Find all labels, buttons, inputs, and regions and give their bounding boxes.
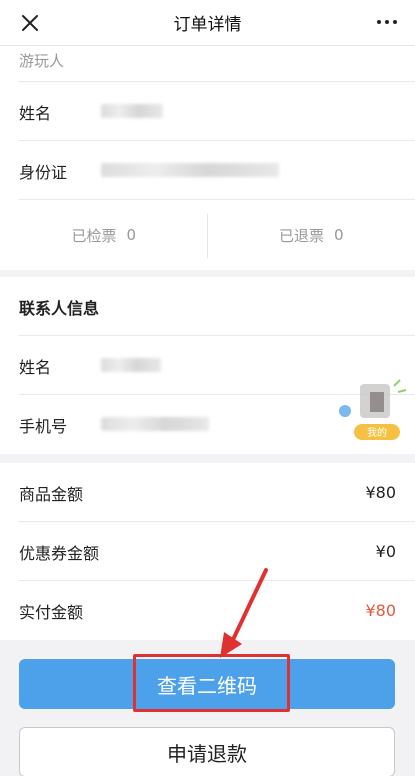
- close-icon[interactable]: [18, 11, 42, 35]
- visitor-name-row: 姓名: [0, 82, 415, 141]
- visitor-card: 游玩人 姓名 身份证 已检票 0 已退票 0: [0, 46, 415, 270]
- amount-row: 商品金额 ¥80: [0, 463, 415, 522]
- checked-stat: 已检票 0: [0, 200, 208, 270]
- more-icon[interactable]: [377, 20, 397, 24]
- widget-label: 我的: [367, 426, 387, 439]
- apply-refund-button[interactable]: 申请退款: [19, 727, 395, 776]
- contact-phone-value-redacted: [101, 417, 209, 431]
- amount-row: 优惠券金额 ¥0: [0, 522, 415, 581]
- contact-heading-row: 联系人信息: [0, 277, 415, 336]
- visitor-id-label: 身份证: [19, 162, 68, 182]
- visitor-id-value-redacted: [101, 163, 279, 177]
- refunded-count: 0: [333, 226, 344, 244]
- floating-mine-widget[interactable]: 我的: [336, 374, 410, 446]
- visitor-id-row: 身份证: [0, 141, 415, 200]
- checked-label: 已检票: [71, 226, 117, 245]
- amount-label: 商品金额: [19, 484, 84, 504]
- amounts-card: 商品金额 ¥80 优惠券金额 ¥0 实付金额 ¥80: [0, 463, 415, 640]
- annotation-arrow-icon: [220, 568, 268, 658]
- amount-value: ¥0: [375, 542, 396, 561]
- visitor-section: 游玩人: [0, 46, 415, 82]
- view-qrcode-button[interactable]: 查看二维码: [19, 659, 395, 709]
- stat-divider: [207, 214, 208, 258]
- amount-row: 实付金额 ¥80: [0, 581, 415, 640]
- ticket-stats: 已检票 0 已退票 0: [0, 200, 415, 270]
- amount-value: ¥80: [365, 483, 396, 502]
- refunded-stat: 已退票 0: [208, 200, 415, 270]
- amount-label: 实付金额: [19, 602, 84, 622]
- page-title: 订单详情: [173, 15, 242, 35]
- visitor-name-label: 姓名: [19, 103, 52, 123]
- visitor-section-label: 游玩人: [19, 52, 65, 70]
- refunded-label: 已退票: [278, 226, 324, 245]
- contact-heading: 联系人信息: [19, 298, 100, 318]
- nav-bar: 订单详情: [0, 0, 415, 46]
- amount-label: 优惠券金额: [19, 543, 100, 563]
- contact-name-value-redacted: [101, 358, 161, 372]
- contact-name-label: 姓名: [19, 357, 52, 377]
- amount-paid-value: ¥80: [365, 601, 396, 620]
- contact-phone-label: 手机号: [19, 416, 68, 436]
- visitor-name-value-redacted: [101, 104, 163, 118]
- checked-count: 0: [126, 226, 137, 244]
